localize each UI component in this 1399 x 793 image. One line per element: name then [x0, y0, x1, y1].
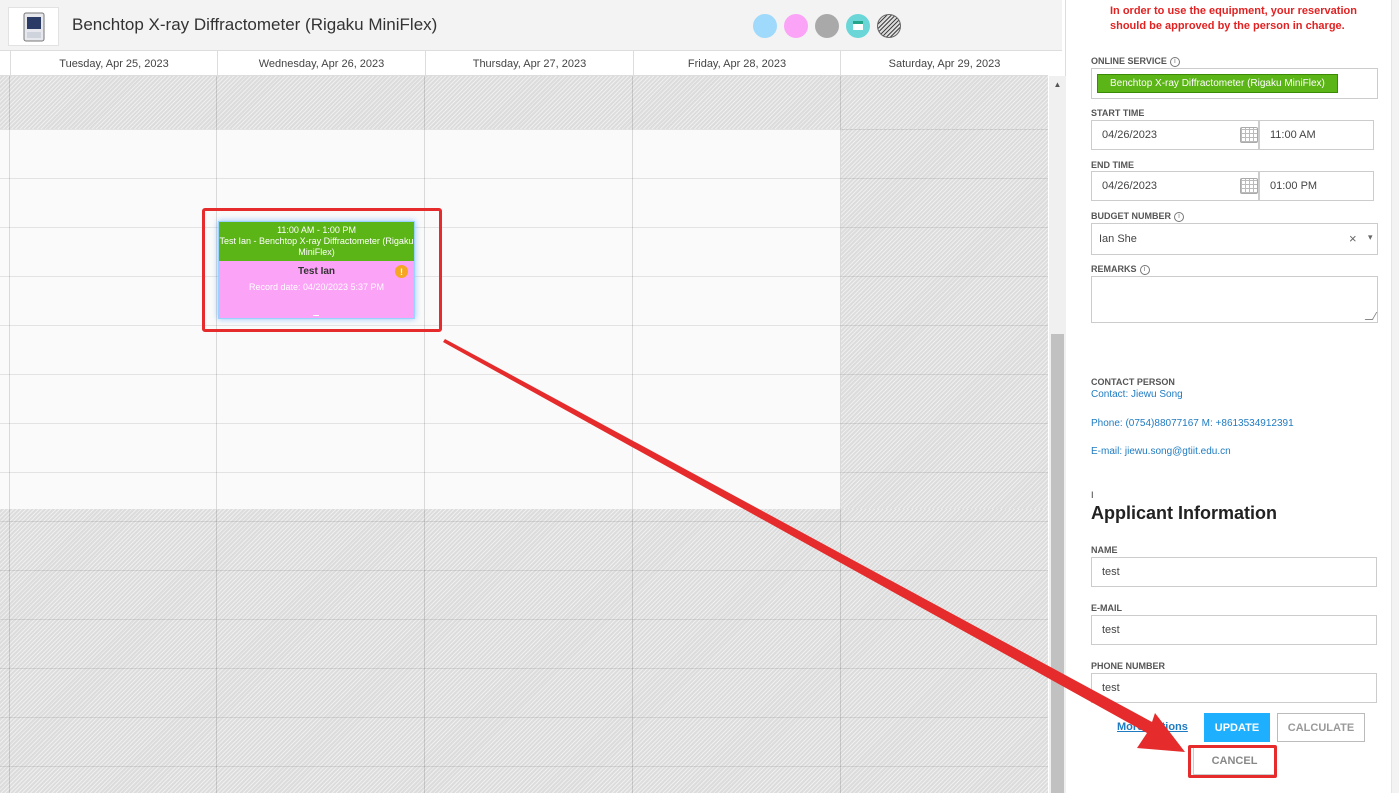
- cancel-highlight-box: [1188, 745, 1277, 778]
- reservation-form: In order to use the equipment, your rese…: [1075, 0, 1399, 793]
- calendar-topbar: Benchtop X-ray Diffractometer (Rigaku Mi…: [0, 0, 1062, 51]
- start-time-value: 11:00 AM: [1270, 129, 1316, 141]
- info-icon: i: [1174, 211, 1184, 222]
- calendar-grid[interactable]: [0, 76, 1048, 793]
- more-options-link[interactable]: More Options: [1117, 721, 1188, 733]
- event-highlight-box: [202, 208, 442, 332]
- email-value: test: [1102, 624, 1120, 636]
- legend-dot-gray[interactable]: [815, 14, 839, 38]
- calendar-panel: Benchtop X-ray Diffractometer (Rigaku Mi…: [0, 0, 1066, 793]
- name-value: test: [1102, 566, 1120, 578]
- day-header-thu: Thursday, Apr 27, 2023: [425, 51, 633, 76]
- section-marker: I: [1091, 490, 1094, 500]
- equipment-thumbnail: [8, 7, 59, 46]
- end-time-label: END TIME: [1091, 160, 1135, 170]
- legend-dot-calendar[interactable]: [846, 14, 870, 38]
- blocked-hours-top: [0, 76, 1048, 129]
- calendar-icon[interactable]: [1240, 127, 1258, 143]
- contact-name: Contact: Jiewu Song: [1091, 389, 1183, 400]
- legend-dot-light-blue[interactable]: [753, 14, 777, 38]
- contact-email[interactable]: E-mail: jiewu.song@gtiit.edu.cn: [1091, 446, 1231, 457]
- contact-phone: Phone: (0754)88077167 M: +8613534912391: [1091, 418, 1294, 429]
- applicant-info-heading: Applicant Information: [1091, 503, 1277, 523]
- start-time-label: START TIME: [1091, 108, 1145, 118]
- calendar-scrollbar[interactable]: ▲: [1049, 76, 1066, 793]
- phone-number-value: test: [1102, 682, 1120, 694]
- email-label: E-MAIL: [1091, 603, 1122, 613]
- contact-person-label: CONTACT PERSON: [1091, 377, 1175, 387]
- remarks-textarea[interactable]: [1091, 276, 1378, 323]
- end-time-value: 01:00 PM: [1270, 180, 1318, 192]
- legend-dot-pink[interactable]: [784, 14, 808, 38]
- end-time-input[interactable]: 01:00 PM: [1259, 171, 1374, 201]
- budget-number-label: BUDGET NUMBER i: [1091, 211, 1184, 222]
- update-button[interactable]: UPDATE: [1204, 713, 1270, 742]
- end-date-value: 04/26/2023: [1102, 180, 1158, 192]
- day-header-tue: Tuesday, Apr 25, 2023: [10, 51, 217, 76]
- blocked-hours-bottom: [0, 509, 1048, 793]
- name-label: NAME: [1091, 545, 1118, 555]
- phone-number-label: PHONE NUMBER: [1091, 661, 1166, 671]
- calculate-button[interactable]: CALCULATE: [1277, 713, 1365, 742]
- form-scrollbar[interactable]: [1391, 0, 1399, 793]
- info-icon: i: [1169, 56, 1180, 67]
- calendar-icon: [853, 21, 863, 30]
- approval-notice: In order to use the equipment, your rese…: [1110, 5, 1357, 32]
- legend-dot-hatched[interactable]: [877, 14, 901, 38]
- equipment-title: Benchtop X-ray Diffractometer (Rigaku Mi…: [72, 15, 438, 34]
- blocked-saturday: [841, 129, 1048, 509]
- online-service-field[interactable]: Benchtop X-ray Diffractometer (Rigaku Mi…: [1091, 68, 1378, 99]
- start-time-input[interactable]: 11:00 AM: [1259, 120, 1374, 150]
- day-header-fri: Friday, Apr 28, 2023: [633, 51, 840, 76]
- start-date-input[interactable]: 04/26/2023: [1091, 120, 1259, 150]
- calendar-icon[interactable]: [1240, 178, 1258, 194]
- online-service-label: ONLINE SERVICE i: [1091, 56, 1180, 67]
- name-input[interactable]: test: [1091, 557, 1377, 587]
- resize-grip-icon: [1364, 312, 1378, 320]
- diffractometer-icon: [23, 12, 44, 41]
- info-icon: i: [1139, 264, 1150, 275]
- day-header-row: Tuesday, Apr 25, 2023 Wednesday, Apr 26,…: [0, 51, 1048, 76]
- online-service-tag[interactable]: Benchtop X-ray Diffractometer (Rigaku Mi…: [1097, 74, 1338, 93]
- end-date-input[interactable]: 04/26/2023: [1091, 171, 1259, 201]
- remarks-label: REMARKS i: [1091, 264, 1150, 275]
- day-header-sat: Saturday, Apr 29, 2023: [840, 51, 1048, 76]
- phone-number-input[interactable]: test: [1091, 673, 1377, 703]
- clear-icon[interactable]: ×: [1349, 231, 1357, 246]
- scroll-up-arrow-icon[interactable]: ▲: [1049, 76, 1066, 93]
- budget-number-select[interactable]: Ian She × ▾: [1091, 223, 1378, 255]
- budget-number-value: Ian She: [1099, 233, 1137, 245]
- start-date-value: 04/26/2023: [1102, 129, 1158, 141]
- email-input[interactable]: test: [1091, 615, 1377, 645]
- day-header-wed: Wednesday, Apr 26, 2023: [217, 51, 425, 76]
- scrollbar-thumb[interactable]: [1051, 334, 1064, 793]
- chevron-down-icon[interactable]: ▾: [1368, 232, 1373, 243]
